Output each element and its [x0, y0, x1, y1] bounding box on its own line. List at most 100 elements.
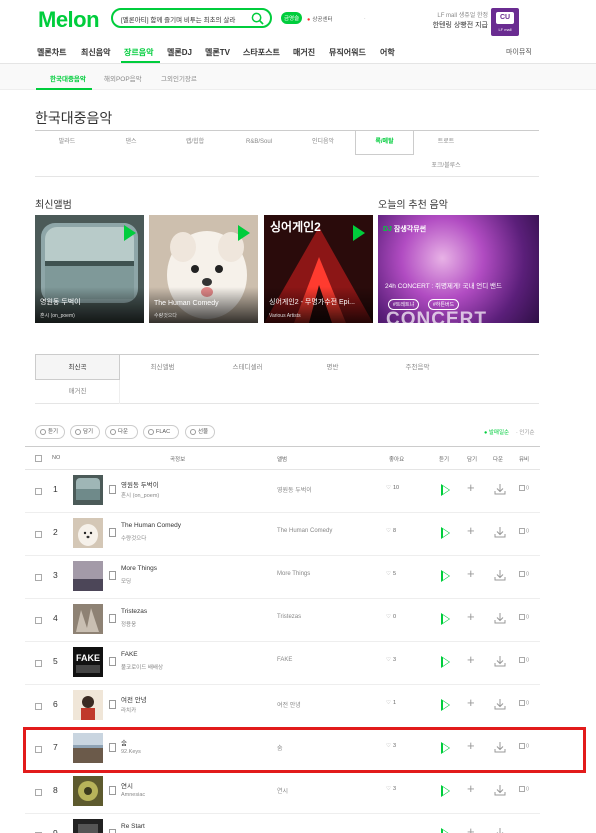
add-button[interactable]: + [467, 653, 475, 666]
row-checkbox[interactable] [35, 617, 42, 624]
download-icon[interactable] [494, 784, 506, 796]
genre-indie[interactable]: 인디음악 [291, 131, 355, 155]
download-icon[interactable] [494, 569, 506, 581]
mv-button[interactable]: 0 [519, 571, 529, 577]
song-title[interactable]: 영원동 두벅이 [121, 479, 159, 489]
song-info-icon[interactable] [109, 528, 116, 537]
album-thumbnail[interactable]: FAKE [73, 647, 103, 677]
nav-item-genre[interactable]: 장르음악 [124, 47, 153, 58]
mv-button[interactable]: 0 [519, 528, 529, 534]
album-name[interactable]: 연시 [277, 786, 288, 795]
melon-logo[interactable]: Melon [38, 7, 100, 33]
album-title[interactable]: The Human Comedy [154, 300, 219, 307]
genre-dance[interactable]: 댄스 [99, 131, 163, 155]
ad-logo[interactable]: CU LF mall [491, 8, 519, 36]
like-button[interactable]: ♡ 1 [386, 700, 396, 706]
my-music-link[interactable]: 마이뮤직 [506, 47, 532, 57]
play-button[interactable] [441, 570, 450, 582]
play-button[interactable] [441, 656, 450, 668]
header-small-link[interactable]: ● 상공센터 [307, 15, 333, 23]
flac-button[interactable]: FLAC [143, 425, 179, 439]
add-all-button[interactable]: 담기 [70, 425, 100, 439]
like-button[interactable]: ♡ 0 [386, 614, 396, 620]
artist-name[interactable]: 정용웅 [121, 620, 136, 628]
artist-name[interactable]: 모딩 [121, 577, 131, 585]
tab-magazine[interactable]: 매거진 [36, 380, 120, 404]
genre-hiphop[interactable]: 랩/힙합 [163, 131, 227, 155]
add-button[interactable]: + [467, 610, 475, 623]
tab-recommend[interactable]: 주천음악 [375, 355, 460, 380]
play-button[interactable] [441, 484, 450, 496]
genre-folk[interactable]: 포크/블루스 [414, 155, 478, 179]
like-button[interactable]: ♡ 10 [386, 485, 399, 491]
dj-title[interactable]: 24h CONCERT : 쥐명제게! 국내 언디 밴드 [385, 280, 502, 290]
table-row[interactable]: 5 FAKE FAKE 풀코로이드 배배상 FAKE ♡ 3 +0 [25, 642, 540, 685]
artist-name[interactable]: 라치카 [121, 706, 136, 714]
album-name[interactable]: FAKE [277, 657, 292, 663]
song-info-icon[interactable] [109, 700, 116, 709]
nav-item-starpost[interactable]: 스타포스트 [243, 47, 280, 58]
like-button[interactable]: ♡ 3 [386, 786, 396, 792]
add-button[interactable]: + [467, 524, 475, 537]
artist-name[interactable]: 수량것으다 [121, 534, 146, 542]
add-button[interactable]: + [467, 825, 475, 833]
album-artist[interactable]: Various Artists [269, 313, 301, 319]
row-checkbox[interactable] [35, 703, 42, 710]
sub-nav-korean[interactable]: 한국대중음악 [50, 73, 86, 83]
sub-nav-pop[interactable]: 해외POP음악 [104, 73, 142, 83]
play-icon[interactable] [353, 225, 365, 241]
play-button[interactable] [441, 613, 450, 625]
play-icon[interactable] [238, 225, 250, 241]
album-card[interactable]: 싱어게인2 싱어게인2 - 무명가수전 Epi... Various Artis… [264, 215, 373, 323]
mv-button[interactable]: 0 [519, 700, 529, 706]
table-row[interactable]: 4 Tristezas 정용웅 Tristezas ♡ 0 +0 [25, 599, 540, 642]
album-name[interactable]: 여전 안녕 [277, 700, 301, 709]
table-row[interactable]: 1 영원동 두벅이 혼시 (on_poem) 영원동 두벅이 ♡ 10 +0 [25, 470, 540, 513]
album-name[interactable]: Tristezas [277, 614, 301, 620]
artist-name[interactable]: Amnesiac [121, 792, 145, 798]
table-row[interactable]: 6 여전 안녕 라치카 여전 안녕 ♡ 1 +0 [25, 685, 540, 728]
play-button[interactable] [441, 828, 450, 833]
row-checkbox[interactable] [35, 789, 42, 796]
song-info-icon[interactable] [109, 571, 116, 580]
nav-item-chart[interactable]: 멜론차트 [37, 47, 66, 58]
search-badge[interactable]: 금영슬 [281, 12, 303, 24]
genre-rnb[interactable]: R&B/Soul [227, 131, 291, 155]
tab-masterpiece[interactable]: 명반 [290, 355, 375, 380]
add-button[interactable]: + [467, 567, 475, 580]
song-info-icon[interactable] [109, 614, 116, 623]
album-thumbnail[interactable] [73, 690, 103, 720]
row-checkbox[interactable] [35, 660, 42, 667]
album-thumbnail[interactable] [73, 475, 103, 505]
song-info-icon[interactable] [109, 485, 116, 494]
download-icon[interactable] [494, 612, 506, 624]
download-icon[interactable] [494, 655, 506, 667]
mv-button[interactable]: 0 [519, 786, 529, 792]
download-icon[interactable] [494, 526, 506, 538]
album-name[interactable]: More Things [277, 571, 310, 577]
album-card[interactable]: 영원동 두벅이 혼시 (on_poem) [35, 215, 144, 323]
song-title[interactable]: More Things [121, 565, 157, 572]
gift-button[interactable]: 선물 [185, 425, 215, 439]
album-artist[interactable]: 수량것으다 [154, 312, 177, 319]
song-title[interactable]: The Human Comedy [121, 522, 181, 529]
album-thumbnail[interactable] [73, 561, 103, 591]
row-checkbox[interactable] [35, 531, 42, 538]
table-row[interactable]: 9 Re Start + [25, 814, 540, 833]
album-thumbnail[interactable] [73, 604, 103, 634]
album-artist[interactable]: 혼시 (on_poem) [40, 312, 75, 319]
dj-recommend-card[interactable]: DJ 잠생각뮤썬 24h CONCERT : 쥐명제게! 국내 언디 밴드 #트… [378, 215, 539, 323]
like-button[interactable]: ♡ 3 [386, 657, 396, 663]
nav-item-dj[interactable]: 멜론DJ [167, 47, 192, 58]
tab-steady[interactable]: 스테디셀러 [205, 355, 290, 380]
sort-by-date[interactable]: ● 발매일순 [484, 428, 509, 436]
album-thumbnail[interactable] [73, 819, 103, 833]
add-button[interactable]: + [467, 782, 475, 795]
song-title[interactable]: 여전 안녕 [121, 694, 147, 704]
album-name[interactable]: 영원동 두벅이 [277, 485, 312, 494]
mv-button[interactable]: 0 [519, 485, 529, 491]
table-row[interactable]: 8 연시 Amnesiac 연시 ♡ 3 +0 [25, 771, 540, 814]
song-title[interactable]: Re Start [121, 823, 145, 830]
search-icon[interactable] [251, 12, 264, 25]
nav-item-tv[interactable]: 멜론TV [205, 47, 230, 58]
